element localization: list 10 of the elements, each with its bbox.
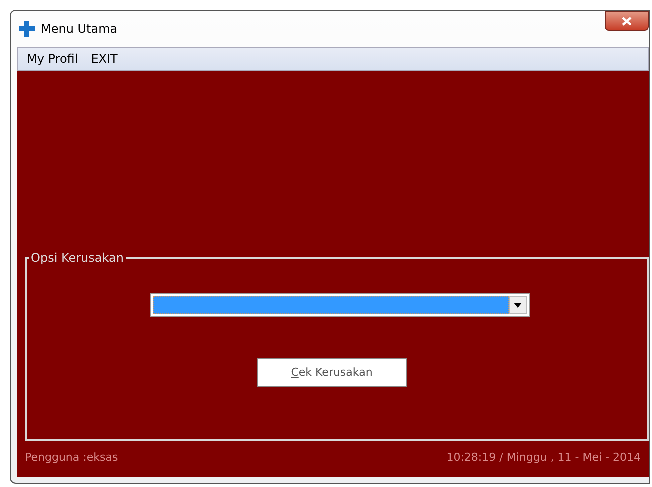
menu-item[interactable]: My Profil (27, 52, 78, 66)
check-button[interactable]: Cek Kerusakan (257, 358, 407, 387)
close-icon (622, 16, 632, 26)
user-label: Pengguna :eksas (25, 451, 118, 464)
window-title: Menu Utama (41, 22, 118, 36)
datetime-label: 10:28:19 / Minggu , 11 - Mei - 2014 (446, 451, 641, 464)
plus-icon (19, 21, 35, 37)
close-button[interactable] (605, 11, 649, 31)
group-title: Opsi Kerusakan (30, 251, 125, 265)
menu-item[interactable]: EXIT (91, 52, 118, 66)
